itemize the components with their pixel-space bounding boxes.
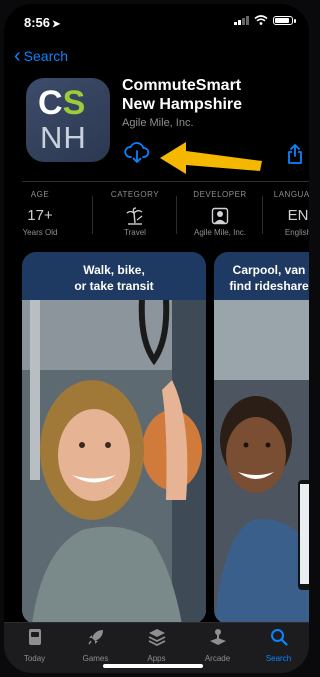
status-time: 8:56 ➤ [24, 15, 61, 30]
wifi-icon [254, 15, 268, 25]
separator [176, 196, 177, 234]
location-arrow-icon: ➤ [52, 19, 61, 30]
tab-games[interactable]: Games [65, 627, 126, 663]
app-title: CommuteSmart New Hampshire [122, 77, 243, 113]
screenshot-photo [22, 300, 206, 624]
app-developer-link[interactable]: Agile Mile, Inc. [122, 117, 194, 129]
layers-icon [148, 629, 165, 647]
info-row[interactable]: AGE 17+ Years Old CATEGORY Travel DEVELO… [4, 186, 309, 246]
tab-search[interactable]: Search [248, 627, 309, 663]
chevron-left-icon: ‹ [14, 45, 21, 67]
screenshot-card[interactable]: Walk, bike, or take transit [22, 252, 206, 624]
status-bar: 8:56 ➤ [4, 4, 309, 40]
screenshot-photo [214, 300, 309, 624]
divider [22, 181, 309, 182]
screenshot-caption: Walk, bike, or take transit [74, 263, 154, 293]
separator [262, 196, 263, 234]
search-icon [270, 629, 288, 646]
home-indicator[interactable] [103, 664, 203, 668]
info-category: CATEGORY Travel [102, 186, 168, 246]
status-icons [234, 15, 296, 25]
tab-apps[interactable]: Apps [126, 627, 187, 663]
app-icon-cs: CS [38, 84, 86, 122]
person-icon [182, 207, 258, 225]
annotation-arrow [160, 142, 262, 174]
share-icon[interactable] [286, 144, 304, 164]
today-icon [28, 629, 41, 645]
back-label: Search [23, 48, 69, 64]
cellular-signal-icon [234, 15, 249, 25]
phone-screen: 8:56 ➤ ‹ Search CS NH CommuteSmart New Ha… [4, 4, 309, 673]
info-developer: DEVELOPER Agile Mile, Inc. [182, 186, 258, 246]
back-button[interactable]: ‹ Search [14, 45, 69, 67]
app-icon-nh: NH [40, 120, 87, 155]
cloud-download-icon[interactable] [124, 142, 150, 164]
info-language: LANGUAGE EN English [273, 190, 309, 237]
screenshot-card[interactable]: Carpool, van find rideshare [214, 252, 309, 624]
tab-arcade[interactable]: Arcade [187, 627, 248, 663]
rocket-icon [87, 630, 103, 645]
info-age: AGE 17+ Years Old [22, 190, 58, 237]
separator [92, 196, 93, 234]
screenshot-caption: Carpool, van find rideshare [229, 263, 309, 293]
joystick-icon [209, 629, 226, 645]
app-icon: CS NH [26, 78, 110, 162]
battery-icon [273, 15, 296, 25]
travel-icon [102, 207, 168, 225]
tab-today[interactable]: Today [4, 627, 65, 663]
